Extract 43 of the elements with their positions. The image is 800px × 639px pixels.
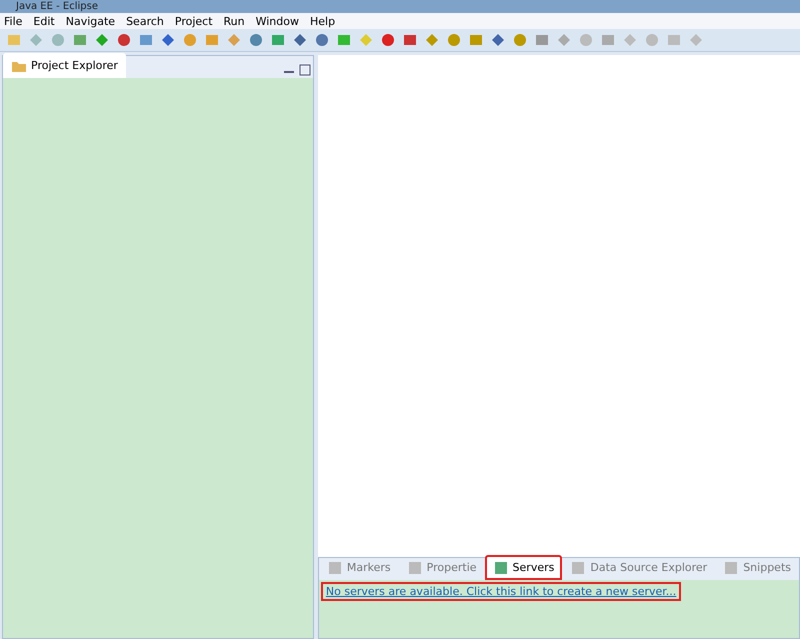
diamond-icon[interactable] — [424, 32, 440, 48]
maximize-icon[interactable] — [296, 62, 313, 78]
box-icon[interactable] — [402, 32, 418, 48]
circle-icon[interactable] — [182, 32, 198, 48]
circle-icon[interactable] — [512, 32, 528, 48]
view-icon — [492, 560, 509, 576]
view-tab[interactable]: Servers — [484, 555, 562, 580]
new-server-link[interactable]: No servers are available. Click this link to create a new server... — [320, 582, 682, 601]
menu-item[interactable]: File — [4, 14, 22, 28]
menu-item[interactable]: Search — [126, 14, 164, 28]
menu-item[interactable]: Window — [256, 14, 299, 28]
circle-icon[interactable] — [314, 32, 330, 48]
diamond-icon[interactable] — [292, 32, 308, 48]
view-icon — [406, 560, 423, 576]
view-icon — [326, 560, 343, 576]
circle-icon[interactable] — [446, 32, 462, 48]
diamond-icon[interactable] — [94, 32, 110, 48]
view-icon — [570, 560, 586, 576]
view-icon — [723, 560, 740, 576]
view-tab[interactable]: Data Source Explorer — [562, 555, 716, 580]
window-title: Java EE - Eclipse — [16, 0, 98, 12]
box-icon[interactable] — [600, 32, 616, 48]
box-icon[interactable] — [138, 32, 154, 48]
box-icon[interactable] — [534, 32, 550, 48]
circle-icon[interactable] — [248, 32, 264, 48]
menu-item[interactable]: Project — [174, 14, 213, 28]
box-icon[interactable] — [468, 32, 484, 48]
menu-item[interactable]: Navigate — [66, 14, 116, 28]
diamond-icon[interactable] — [160, 32, 176, 48]
box-icon[interactable] — [72, 32, 88, 48]
view-tab[interactable]: Snippets — [715, 555, 799, 580]
box-icon[interactable] — [270, 32, 286, 48]
diamond-icon[interactable] — [490, 32, 506, 48]
menu-item[interactable]: Edit — [33, 14, 55, 28]
box-icon[interactable] — [204, 32, 220, 48]
menu-item[interactable]: Run — [224, 14, 245, 28]
view-tab[interactable]: Propertie — [398, 555, 485, 580]
menu-item[interactable]: Help — [310, 14, 336, 28]
view-tab[interactable]: Project Explorer — [3, 53, 126, 78]
view-tab[interactable]: Markers — [318, 555, 399, 580]
circle-icon[interactable] — [380, 32, 396, 48]
circle-icon[interactable] — [116, 32, 132, 48]
box-icon[interactable] — [336, 32, 352, 48]
